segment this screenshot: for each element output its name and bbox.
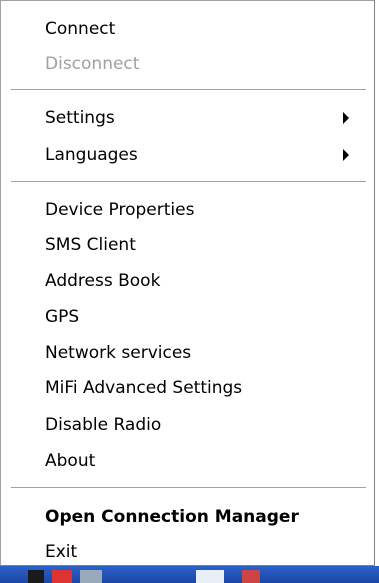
menu-item-connect[interactable]: Connect xyxy=(45,19,115,39)
menu-item-disconnect: Disconnect xyxy=(45,54,140,74)
menu-item-open-connection-manager[interactable]: Open Connection Manager xyxy=(45,507,299,527)
menu-item-exit[interactable]: Exit xyxy=(45,542,77,562)
menu-item-sms-client[interactable]: SMS Client xyxy=(45,235,136,255)
menu-item-gps[interactable]: GPS xyxy=(45,307,79,327)
menu-separator xyxy=(11,181,366,183)
menu-item-languages[interactable]: Languages xyxy=(45,145,138,165)
submenu-arrow-icon xyxy=(343,149,349,161)
menu-item-address-book[interactable]: Address Book xyxy=(45,271,160,291)
menu-item-about[interactable]: About xyxy=(45,451,95,471)
context-menu: Connect Disconnect Settings Languages De… xyxy=(0,0,375,566)
tray-app-icon-1[interactable] xyxy=(28,570,44,583)
menu-item-mifi-advanced-settings[interactable]: MiFi Advanced Settings xyxy=(45,378,242,398)
menu-item-network-services[interactable]: Network services xyxy=(45,343,191,363)
tray-app-icon-4[interactable] xyxy=(196,570,224,583)
menu-item-settings[interactable]: Settings xyxy=(45,108,115,128)
taskbar-strip xyxy=(0,566,379,583)
tray-app-icon-3[interactable] xyxy=(80,570,102,583)
menu-item-device-properties[interactable]: Device Properties xyxy=(45,200,194,220)
menu-separator xyxy=(11,89,366,91)
menu-item-disable-radio[interactable]: Disable Radio xyxy=(45,415,161,435)
tray-app-icon-2[interactable] xyxy=(52,570,72,583)
menu-separator xyxy=(11,487,366,489)
submenu-arrow-icon xyxy=(343,112,349,124)
tray-app-icon-5[interactable] xyxy=(242,570,260,583)
